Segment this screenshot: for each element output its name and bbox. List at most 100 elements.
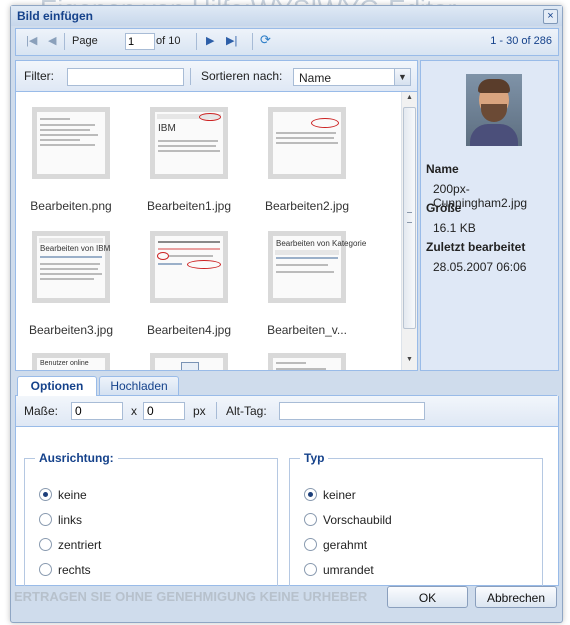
grip-icon <box>407 212 412 223</box>
tab-hochladen[interactable]: Hochladen <box>99 376 179 395</box>
sort-label: Sortieren nach: <box>201 69 283 83</box>
thumbnail-text: IBM <box>158 123 176 134</box>
detail-size-label: Größe <box>426 201 462 215</box>
scrollbar-thumb[interactable] <box>403 107 416 329</box>
file-list-panel: Filter: Sortieren nach: Name ▼ Bearbeite… <box>15 60 418 371</box>
file-name: Bearbeiten.png <box>30 199 112 213</box>
radio-checked-icon[interactable] <box>39 488 52 501</box>
radio-alignment-center[interactable]: zentriert <box>39 538 101 552</box>
thumbnail-item[interactable] <box>268 353 346 370</box>
radio-label: keine <box>58 488 87 502</box>
dialog-title: Bild einfügen <box>17 9 93 23</box>
file-name: Bearbeiten_v... <box>267 323 347 337</box>
toolbar-separator <box>190 68 191 85</box>
vertical-scrollbar[interactable]: ▲ ▼ <box>401 92 417 370</box>
alt-tag-label: Alt-Tag: <box>226 404 267 418</box>
thumbnail-item[interactable] <box>150 353 228 370</box>
thumbnail-item[interactable]: Bearbeiten von Kategorie <box>268 231 366 303</box>
refresh-icon[interactable]: ⟳ <box>260 32 271 48</box>
radio-checked-icon[interactable] <box>304 488 317 501</box>
thumbnail-text: Benutzer online <box>40 360 89 367</box>
radio-icon[interactable] <box>304 563 317 576</box>
last-page-icon[interactable]: ▶| <box>226 34 237 47</box>
cancel-button[interactable]: Abbrechen <box>475 586 557 608</box>
thumbnail-image: Benutzer online <box>37 358 105 370</box>
options-tabbar: Optionen Hochladen <box>15 373 557 396</box>
radio-icon[interactable] <box>39 563 52 576</box>
first-page-icon[interactable]: |◀ <box>26 34 37 47</box>
ok-button[interactable]: OK <box>387 586 468 608</box>
radio-label: gerahmt <box>323 538 368 552</box>
background-warning-text: ERTRAGEN SIE OHNE GENEHMIGUNG KEINE URHE… <box>14 589 368 604</box>
file-name: Bearbeiten1.jpg <box>146 199 232 213</box>
thumbnail-image <box>273 112 341 174</box>
prev-page-icon[interactable]: ◀ <box>48 34 56 47</box>
height-input[interactable] <box>143 402 185 420</box>
radio-icon[interactable] <box>304 513 317 526</box>
radio-type-border[interactable]: umrandet <box>304 563 374 577</box>
type-fieldset: Typ keiner Vorschaubild gerahmt umrandet <box>289 451 543 586</box>
page-count-label: of 10 <box>156 35 181 47</box>
thumbnail-image: Bearbeiten von IBM <box>37 236 110 298</box>
preview-image <box>466 74 522 146</box>
scroll-up-icon[interactable]: ▲ <box>402 94 417 106</box>
px-unit-label: px <box>193 404 206 418</box>
thumbnail-item[interactable] <box>150 231 228 303</box>
toolbar-separator <box>216 402 217 419</box>
insert-image-dialog: Bild einfügen × |◀ ◀ Page of 10 ▶ ▶| ⟳ 1… <box>10 5 563 623</box>
detail-name-label: Name <box>426 162 459 176</box>
thumbnail-text: Bearbeiten von IBM <box>40 244 111 253</box>
toolbar-separator <box>252 33 253 50</box>
radio-icon[interactable] <box>39 538 52 551</box>
thumbnail-image <box>155 236 223 298</box>
scroll-down-icon[interactable]: ▼ <box>402 356 417 368</box>
thumbnail-grid: Bearbeiten.png IBM Bearbeiten1.jpg Bearb… <box>16 92 401 370</box>
thumbnail-image <box>37 112 105 174</box>
detail-size-value: 16.1 KB <box>433 221 476 235</box>
dimension-x-label: x <box>131 404 137 418</box>
radio-type-none[interactable]: keiner <box>304 488 356 502</box>
radio-label: zentriert <box>58 538 102 552</box>
tab-optionen[interactable]: Optionen <box>17 376 97 396</box>
sort-select[interactable]: Name ▼ <box>293 68 411 86</box>
width-input[interactable] <box>71 402 123 420</box>
thumbnail-text: Bearbeiten von Kategorie <box>276 239 367 248</box>
next-page-icon[interactable]: ▶ <box>206 34 214 47</box>
radio-icon[interactable] <box>304 538 317 551</box>
paging-display-info: 1 - 30 of 286 <box>490 35 552 47</box>
thumbnail-image: IBM <box>155 112 223 174</box>
radio-alignment-none[interactable]: keine <box>39 488 87 502</box>
radio-alignment-right[interactable]: rechts <box>39 563 91 577</box>
radio-label: links <box>58 513 83 527</box>
dimensions-toolbar: Maße: x px Alt-Tag: <box>16 396 558 427</box>
options-panel: Maße: x px Alt-Tag: Ausrichtung: keine l… <box>15 396 559 586</box>
close-icon[interactable]: × <box>543 9 558 24</box>
radio-type-thumbnail[interactable]: Vorschaubild <box>304 513 392 527</box>
thumbnail-item[interactable]: Benutzer online <box>32 353 110 370</box>
thumbnail-item[interactable] <box>32 107 110 179</box>
thumbnail-image <box>155 358 223 370</box>
page-number-input[interactable] <box>125 33 155 50</box>
filter-input[interactable] <box>67 68 184 86</box>
alt-tag-input[interactable] <box>279 402 425 420</box>
thumbnail-image: Bearbeiten von Kategorie <box>273 236 366 298</box>
chevron-down-icon[interactable]: ▼ <box>394 69 410 85</box>
thumbnail-item[interactable]: Bearbeiten von IBM <box>32 231 110 303</box>
file-name: Bearbeiten4.jpg <box>146 323 232 337</box>
thumbnail-item[interactable] <box>268 107 346 179</box>
radio-label: keiner <box>323 488 356 502</box>
dialog-titlebar[interactable]: Bild einfügen × <box>11 6 562 26</box>
file-name: Bearbeiten3.jpg <box>28 323 114 337</box>
detail-modified-label: Zuletzt bearbeitet <box>426 240 526 254</box>
type-legend: Typ <box>300 451 329 465</box>
radio-alignment-left[interactable]: links <box>39 513 82 527</box>
radio-label: umrandet <box>323 563 374 577</box>
filter-toolbar: Filter: Sortieren nach: Name ▼ <box>16 61 417 92</box>
file-name: Bearbeiten2.jpg <box>264 199 350 213</box>
radio-icon[interactable] <box>39 513 52 526</box>
thumbnail-item[interactable]: IBM <box>150 107 228 179</box>
toolbar-separator <box>64 33 65 50</box>
filter-label: Filter: <box>24 69 54 83</box>
file-details-panel: Name 200px-Cunningham2.jpg Größe 16.1 KB… <box>420 60 559 371</box>
radio-type-framed[interactable]: gerahmt <box>304 538 367 552</box>
